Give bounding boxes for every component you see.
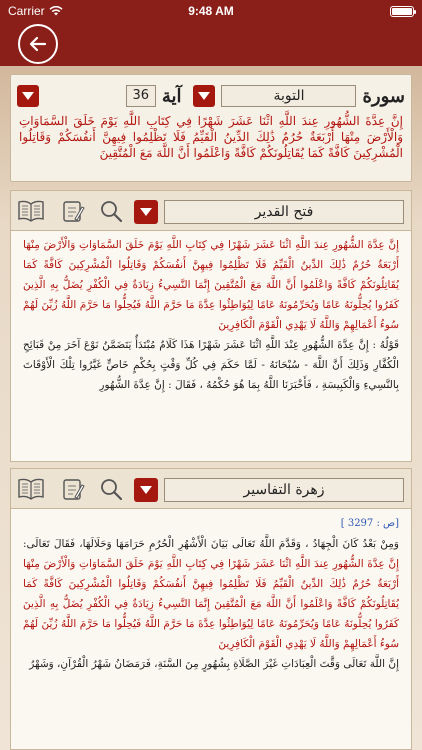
search-icon <box>101 201 123 223</box>
tafsir-header: زهرة التفاسير <box>11 469 411 509</box>
tafsir-header: فتح القدير <box>11 191 411 231</box>
tafsir-dropdown-button[interactable] <box>134 478 158 502</box>
chevron-down-icon <box>198 92 211 100</box>
tafsir-select[interactable]: فتح القدير <box>164 200 404 224</box>
search-button[interactable] <box>97 197 125 225</box>
sura-label: سورة <box>362 85 405 107</box>
notes-edit-icon <box>63 201 85 222</box>
sura-select[interactable]: التوبة <box>221 85 357 107</box>
chevron-down-icon <box>140 208 152 216</box>
tafsir-verse-text: إِنَّ عِدَّةَ الشُّهُورِ عِندَ اللَّهِ ا… <box>23 558 399 650</box>
notes-edit-icon <box>63 479 85 500</box>
open-book-icon <box>18 200 44 222</box>
verse-panel: سورة التوبة آية 36 إِنَّ عِدَّةَ الشُّهُ… <box>10 74 412 182</box>
sura-dropdown-button[interactable] <box>193 85 216 107</box>
tafsir-body: إِنَّ عِدَّةَ الشُّهُورِ عِندَ اللَّهِ ا… <box>23 235 399 457</box>
tafsir-commentary: إِنَّ اللَّهَ تَعَالَى وَقَّتَ الْعِبَاد… <box>29 658 399 670</box>
chevron-down-icon <box>140 486 152 494</box>
carrier-label: Carrier <box>8 4 45 18</box>
status-left: Carrier <box>8 4 63 18</box>
search-button[interactable] <box>97 475 125 503</box>
chevron-down-icon <box>22 92 34 100</box>
wifi-icon <box>49 6 63 16</box>
aya-dropdown-button[interactable] <box>17 85 39 107</box>
open-book-icon <box>18 478 44 500</box>
status-time: 9:48 AM <box>188 4 234 18</box>
tafsir-body: [ص : 3297 ] وَمِنْ بَعْدُ كَانَ الْجِهَا… <box>23 513 399 745</box>
tafsir-dropdown-button[interactable] <box>134 200 158 224</box>
notes-button[interactable] <box>59 197 87 225</box>
page-reference: [ص : 3297 ] <box>340 518 399 529</box>
notes-button[interactable] <box>59 475 87 503</box>
nav-bar <box>0 22 422 66</box>
book-button[interactable] <box>17 475 45 503</box>
verse-text: إِنَّ عِدَّةَ الشُّهُورِ عِندَ اللَّهِ ا… <box>19 114 403 160</box>
arrow-left-icon <box>29 36 47 52</box>
selector-row: سورة التوبة آية 36 <box>17 83 405 109</box>
book-button[interactable] <box>17 197 45 225</box>
tafsir-intro: وَمِنْ بَعْدُ كَانَ الْجِهَادُ ، وَقَدَّ… <box>23 538 399 550</box>
search-icon <box>101 479 123 501</box>
tafsir-commentary: قَوْلُهُ : إِنَّ عِدَّةَ الشُّهُورِ عِنْ… <box>23 339 399 391</box>
tafsir-panel-1: فتح القدير إِنَّ عِدَّةَ الشُّهُورِ عِند… <box>10 190 412 462</box>
tafsir-verse-text: إِنَّ عِدَّةَ الشُّهُورِ عِندَ اللَّهِ ا… <box>23 239 399 331</box>
tafsir-panel-2: زهرة التفاسير [ص : 3297 ] وَمِنْ بَعْدُ … <box>10 468 412 750</box>
tafsir-select[interactable]: زهرة التفاسير <box>164 478 404 502</box>
back-button[interactable] <box>18 24 58 64</box>
status-bar: Carrier 9:48 AM <box>0 0 422 22</box>
aya-select[interactable]: 36 <box>125 85 156 107</box>
aya-label: آية <box>161 85 182 107</box>
battery-icon <box>390 5 416 17</box>
